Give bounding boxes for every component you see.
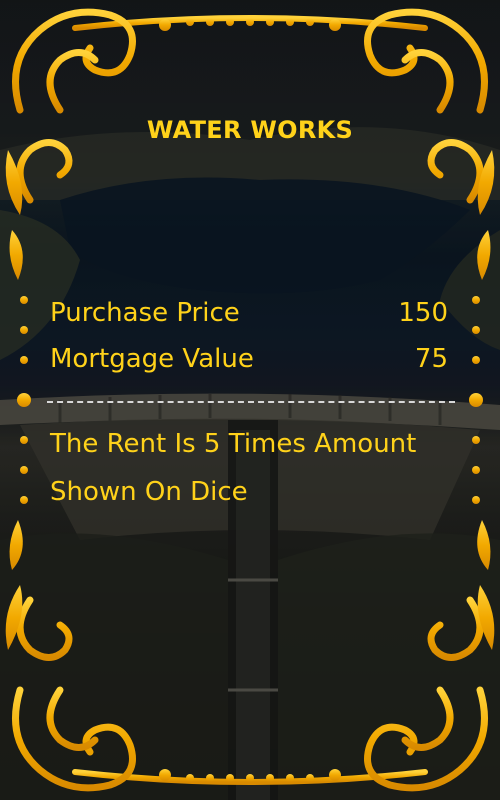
mortgage-value-amount: 75 — [414, 344, 448, 374]
property-title: WATER WORKS — [146, 116, 354, 144]
purchase-price-row: Purchase Price 150 — [50, 298, 448, 328]
rent-description: The Rent Is 5 Times Amount Shown On Dice — [50, 429, 417, 507]
purchase-price-value: 150 — [398, 298, 448, 328]
dashed-divider — [47, 401, 455, 403]
purchase-price-label: Purchase Price — [50, 298, 240, 328]
mortgage-value-row: Mortgage Value 75 — [50, 344, 448, 374]
mortgage-value-label: Mortgage Value — [50, 344, 254, 374]
property-card: WATER WORKS Purchase Price 150 Mortgage … — [0, 0, 500, 800]
